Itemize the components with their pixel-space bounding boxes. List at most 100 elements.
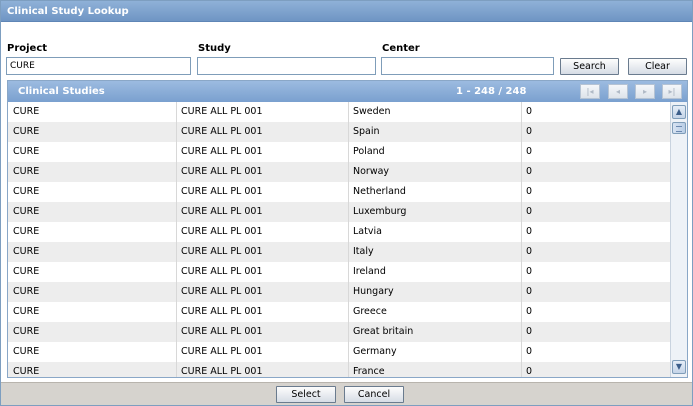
- search-button[interactable]: Search: [560, 58, 619, 75]
- center-input[interactable]: [381, 57, 554, 75]
- column-divider: [348, 102, 349, 122]
- project-input[interactable]: [6, 57, 191, 75]
- count-cell: 0: [526, 106, 533, 117]
- study-cell: CURE ALL PL 001: [181, 106, 263, 117]
- grid-title: Clinical Studies: [18, 86, 105, 97]
- dialog-title: Clinical Study Lookup: [1, 1, 692, 22]
- column-divider: [521, 342, 522, 362]
- first-page-icon[interactable]: |◂: [580, 84, 600, 99]
- table-row[interactable]: CURE CURE ALL PL 001 Italy 0: [8, 242, 670, 262]
- column-divider: [348, 362, 349, 377]
- column-divider: [176, 162, 177, 182]
- select-button[interactable]: Select: [276, 386, 336, 403]
- table-row[interactable]: CURE CURE ALL PL 001 Luxemburg 0: [8, 202, 670, 222]
- project-cell: CURE: [13, 106, 40, 117]
- column-divider: [521, 102, 522, 122]
- project-label: Project: [7, 43, 48, 54]
- column-divider: [348, 342, 349, 362]
- column-divider: [348, 162, 349, 182]
- study-cell: CURE ALL PL 001: [181, 266, 263, 277]
- clinical-study-lookup-dialog: Clinical Study Lookup Project Study Cent…: [0, 0, 693, 406]
- center-cell: Norway: [353, 166, 390, 177]
- center-cell: Netherland: [353, 186, 406, 197]
- center-label: Center: [382, 43, 420, 54]
- column-divider: [521, 362, 522, 377]
- count-cell: 0: [526, 126, 533, 137]
- project-cell: CURE: [13, 306, 40, 317]
- center-cell: Spain: [353, 126, 380, 137]
- column-divider: [521, 242, 522, 262]
- column-divider: [348, 302, 349, 322]
- count-cell: 0: [526, 326, 533, 337]
- study-cell: CURE ALL PL 001: [181, 166, 263, 177]
- column-divider: [521, 122, 522, 142]
- study-cell: CURE ALL PL 001: [181, 326, 263, 337]
- center-cell: France: [353, 366, 385, 377]
- column-divider: [521, 302, 522, 322]
- column-divider: [176, 242, 177, 262]
- project-cell: CURE: [13, 286, 40, 297]
- study-cell: CURE ALL PL 001: [181, 186, 263, 197]
- prev-page-icon[interactable]: ◂: [608, 84, 628, 99]
- scroll-down-icon[interactable]: ▼: [672, 360, 686, 374]
- table-row[interactable]: CURE CURE ALL PL 001 Ireland 0: [8, 262, 670, 282]
- table-row[interactable]: CURE CURE ALL PL 001 Latvia 0: [8, 222, 670, 242]
- count-cell: 0: [526, 226, 533, 237]
- column-divider: [348, 122, 349, 142]
- clinical-studies-grid: Clinical Studies 1 - 248 / 248 |◂ ◂ ▸ ▸|…: [7, 80, 688, 378]
- table-row[interactable]: CURE CURE ALL PL 001 France 0: [8, 362, 670, 377]
- study-cell: CURE ALL PL 001: [181, 346, 263, 357]
- clear-button[interactable]: Clear: [628, 58, 687, 75]
- study-input[interactable]: [197, 57, 376, 75]
- study-cell: CURE ALL PL 001: [181, 246, 263, 257]
- count-cell: 0: [526, 206, 533, 217]
- column-divider: [348, 142, 349, 162]
- count-cell: 0: [526, 366, 533, 377]
- column-divider: [348, 322, 349, 342]
- column-divider: [348, 202, 349, 222]
- project-cell: CURE: [13, 146, 40, 157]
- table-row[interactable]: CURE CURE ALL PL 001 Greece 0: [8, 302, 670, 322]
- column-divider: [176, 362, 177, 377]
- last-page-icon[interactable]: ▸|: [662, 84, 682, 99]
- column-divider: [348, 222, 349, 242]
- column-divider: [348, 242, 349, 262]
- column-divider: [348, 182, 349, 202]
- next-page-icon[interactable]: ▸: [635, 84, 655, 99]
- column-divider: [176, 222, 177, 242]
- table-row[interactable]: CURE CURE ALL PL 001 Germany 0: [8, 342, 670, 362]
- table-row[interactable]: CURE CURE ALL PL 001 Spain 0: [8, 122, 670, 142]
- column-divider: [176, 302, 177, 322]
- project-cell: CURE: [13, 226, 40, 237]
- column-divider: [176, 322, 177, 342]
- table-row[interactable]: CURE CURE ALL PL 001 Sweden 0: [8, 102, 670, 122]
- count-cell: 0: [526, 266, 533, 277]
- study-cell: CURE ALL PL 001: [181, 226, 263, 237]
- table-row[interactable]: CURE CURE ALL PL 001 Norway 0: [8, 162, 670, 182]
- column-divider: [521, 202, 522, 222]
- center-cell: Greece: [353, 306, 387, 317]
- vertical-scrollbar[interactable]: ▲ ▼: [670, 102, 687, 377]
- grid-rows: CURE CURE ALL PL 001 Sweden 0 CURE CURE ALL P…: [8, 102, 670, 377]
- center-cell: Luxemburg: [353, 206, 407, 217]
- grid-header: Clinical Studies 1 - 248 / 248 |◂ ◂ ▸ ▸|: [8, 81, 687, 102]
- table-row[interactable]: CURE CURE ALL PL 001 Poland 0: [8, 142, 670, 162]
- count-cell: 0: [526, 146, 533, 157]
- count-cell: 0: [526, 166, 533, 177]
- column-divider: [348, 262, 349, 282]
- study-cell: CURE ALL PL 001: [181, 306, 263, 317]
- column-divider: [521, 162, 522, 182]
- center-cell: Hungary: [353, 286, 394, 297]
- count-cell: 0: [526, 286, 533, 297]
- center-cell: Poland: [353, 146, 385, 157]
- cancel-button[interactable]: Cancel: [344, 386, 404, 403]
- center-cell: Great britain: [353, 326, 414, 337]
- table-row[interactable]: CURE CURE ALL PL 001 Hungary 0: [8, 282, 670, 302]
- count-cell: 0: [526, 306, 533, 317]
- scroll-up-icon[interactable]: ▲: [672, 105, 686, 119]
- table-row[interactable]: CURE CURE ALL PL 001 Great britain 0: [8, 322, 670, 342]
- project-cell: CURE: [13, 186, 40, 197]
- study-cell: CURE ALL PL 001: [181, 286, 263, 297]
- table-row[interactable]: CURE CURE ALL PL 001 Netherland 0: [8, 182, 670, 202]
- scroll-thumb[interactable]: [672, 122, 686, 134]
